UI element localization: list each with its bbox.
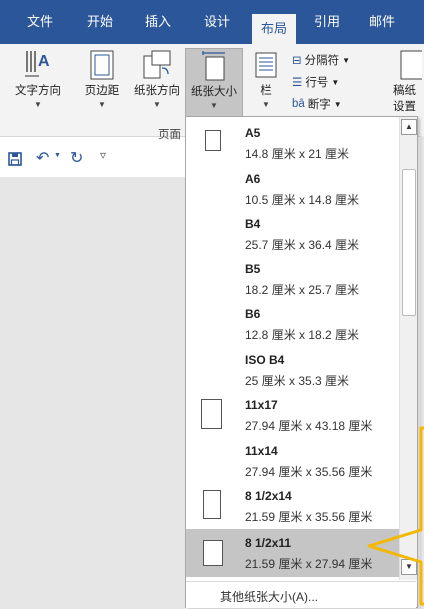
undo-icon[interactable]: ↶: [36, 148, 49, 168]
document-area-right: [420, 136, 424, 609]
margins-icon: [90, 50, 114, 80]
svg-text:A: A: [38, 53, 50, 70]
chevron-down-icon[interactable]: ▼: [54, 152, 61, 159]
scroll-down-icon[interactable]: ▼: [401, 559, 417, 575]
paper-size-a6[interactable]: A6 10.5 厘米 x 14.8 厘米: [186, 165, 399, 210]
paper-size-a5[interactable]: A5 14.8 厘米 x 21 厘米: [186, 119, 399, 165]
redo-icon[interactable]: ↻: [70, 148, 83, 168]
columns-button[interactable]: 栏 ▼: [246, 48, 286, 109]
hyphenation-button[interactable]: bā 断字 ▼: [292, 96, 342, 112]
draft-settings-button[interactable]: 稿纸 设置: [393, 48, 424, 114]
tab-references[interactable]: 引用: [307, 0, 347, 44]
save-icon[interactable]: [8, 152, 22, 166]
customize-qat-icon[interactable]: ▿: [100, 148, 106, 162]
tab-mailings[interactable]: 邮件: [360, 0, 404, 44]
tab-home[interactable]: 开始: [80, 0, 120, 44]
ribbon-tab-bar: 文件 开始 插入 设计 布局 引用 邮件: [0, 0, 424, 44]
text-direction-icon: A: [25, 51, 50, 77]
document-area: [0, 177, 185, 609]
text-direction-button[interactable]: A 文字方向 ▼: [2, 48, 74, 109]
chevron-down-icon: ▼: [34, 100, 42, 109]
paper-size-icon: [202, 51, 225, 81]
paper-size-8-5x14[interactable]: 8 1/2x14 21.59 厘米 x 35.56 厘米: [186, 482, 399, 527]
paper-size-11x14[interactable]: 11x14 27.94 厘米 x 35.56 厘米: [186, 437, 399, 482]
hyphenation-icon: bā: [292, 98, 305, 110]
columns-icon: [255, 52, 277, 78]
chevron-down-icon: ▼: [210, 101, 218, 110]
margins-button[interactable]: 页边距 ▼: [76, 48, 128, 109]
orientation-icon: [143, 50, 171, 79]
paper-page-icon: [205, 130, 221, 151]
chevron-down-icon: ▼: [153, 100, 161, 109]
tab-layout[interactable]: 布局: [252, 14, 296, 44]
paper-size-iso-b4[interactable]: ISO B4 25 厘米 x 35.3 厘米: [186, 346, 399, 391]
tab-file[interactable]: 文件: [18, 0, 62, 44]
paper-size-11x17[interactable]: 11x17 27.94 厘米 x 43.18 厘米: [186, 391, 399, 437]
chevron-down-icon: ▼: [98, 100, 106, 109]
tab-insert[interactable]: 插入: [138, 0, 178, 44]
line-numbers-icon: ☰: [292, 77, 303, 89]
chevron-down-icon: ▼: [342, 55, 351, 65]
size-button[interactable]: 纸张大小 ▼: [185, 48, 243, 120]
paper-page-icon: [203, 490, 221, 519]
paper-page-icon: [201, 399, 222, 429]
draft-paper-icon: [400, 50, 422, 80]
dropdown-scrollbar[interactable]: ▲ ▼: [399, 117, 417, 580]
paper-size-b6[interactable]: B6 12.8 厘米 x 18.2 厘米: [186, 300, 399, 346]
chevron-down-icon: ▼: [262, 100, 270, 109]
paper-page-icon: [203, 540, 223, 566]
paper-size-b4[interactable]: B4 25.7 厘米 x 36.4 厘米: [186, 210, 399, 255]
breaks-button[interactable]: ⊟ 分隔符 ▼: [292, 52, 350, 68]
breaks-icon: ⊟: [292, 55, 302, 67]
paper-size-b5[interactable]: B5 18.2 厘米 x 25.7 厘米: [186, 255, 399, 300]
tab-design[interactable]: 设计: [195, 0, 239, 44]
more-paper-sizes-item[interactable]: 其他纸张大小(A)...: [186, 581, 416, 608]
paper-size-8-5x11[interactable]: 8 1/2x11 21.59 厘米 x 27.94 厘米: [186, 529, 399, 577]
line-numbers-button[interactable]: ☰ 行号 ▼: [292, 74, 339, 90]
chevron-down-icon: ▼: [331, 77, 340, 87]
quick-access-toolbar: ↶ ▼ ↻ ▿: [0, 137, 185, 177]
chevron-down-icon: ▼: [333, 99, 342, 109]
orientation-button[interactable]: 纸张方向 ▼: [129, 48, 185, 109]
scrollbar-thumb[interactable]: [402, 169, 416, 316]
paper-size-dropdown: A5 14.8 厘米 x 21 厘米 A6 10.5 厘米 x 14.8 厘米 …: [185, 116, 418, 608]
scroll-up-icon[interactable]: ▲: [401, 119, 417, 135]
